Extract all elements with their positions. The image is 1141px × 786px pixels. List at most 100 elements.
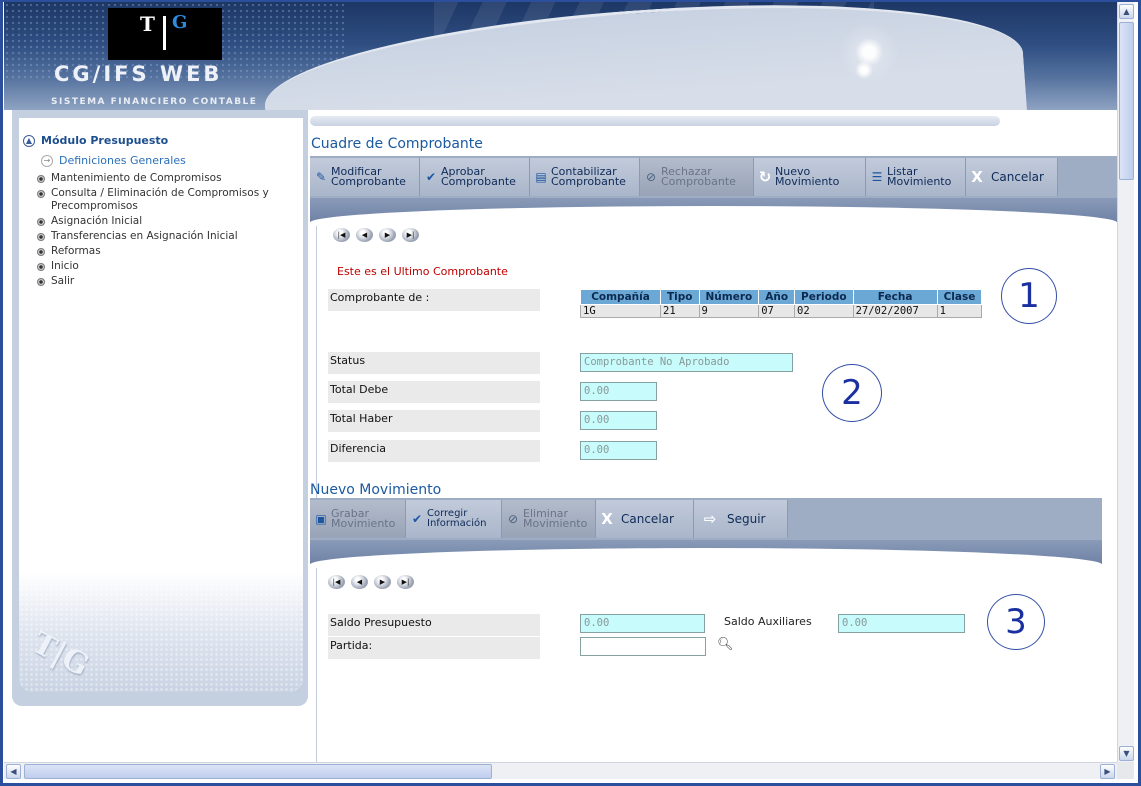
first-record-icon[interactable]: |◀ bbox=[333, 228, 350, 242]
table-cell: 1 bbox=[936, 304, 983, 318]
logo-bar bbox=[163, 16, 166, 50]
corregir-informacion-button[interactable]: ✔ Corregir Información bbox=[406, 500, 502, 538]
sidebar-module-header[interactable]: ▲ Módulo Presupuesto bbox=[23, 134, 168, 147]
diferencia-label: Diferencia bbox=[328, 440, 540, 462]
listar-movimiento-button[interactable]: ☰ Listar Movimiento bbox=[866, 158, 966, 196]
sidebar-item-label[interactable]: Salir bbox=[51, 275, 74, 288]
sidebar-item-asignacion[interactable]: Asignación Inicial bbox=[37, 215, 299, 228]
status-field: Comprobante No Aprobado bbox=[580, 353, 793, 372]
saldo-auxiliares-field: 0.00 bbox=[838, 614, 965, 633]
sidebar-item-label[interactable]: Reformas bbox=[51, 245, 101, 258]
last-record-icon[interactable]: ▶| bbox=[402, 228, 419, 242]
cancelar-button[interactable]: X Cancelar bbox=[966, 158, 1058, 196]
scroll-left-icon[interactable]: ◀ bbox=[6, 764, 21, 779]
save-icon: ▣ bbox=[315, 512, 327, 526]
collapse-up-icon[interactable]: ▲ bbox=[23, 134, 35, 147]
table-cell: 21 bbox=[660, 304, 700, 318]
last-record-icon[interactable]: ▶| bbox=[397, 575, 414, 589]
first-record-icon[interactable]: |◀ bbox=[328, 575, 345, 589]
sidebar-item-consulta[interactable]: Consulta / Eliminación de Compromisos y … bbox=[37, 187, 299, 213]
horizontal-scrollbar[interactable]: ◀ ▶ bbox=[4, 762, 1117, 779]
next-record-icon[interactable]: ▶ bbox=[379, 228, 396, 242]
total-haber-label: Total Haber bbox=[328, 410, 540, 432]
scroll-right-icon[interactable]: ▶ bbox=[1100, 764, 1115, 779]
table-cell: 27/02/2007 bbox=[852, 304, 938, 318]
delete-icon: ⊘ bbox=[507, 512, 519, 526]
sidebar-item-label[interactable]: Transferencias en Asignación Inicial bbox=[51, 230, 238, 243]
scrollbar-corner bbox=[1117, 762, 1134, 779]
partida-input[interactable] bbox=[580, 637, 706, 656]
annotation-1: 1 bbox=[1001, 268, 1057, 324]
button-label: Comprobante bbox=[551, 175, 626, 188]
sidebar-item-definiciones[interactable]: → Definiciones Generales bbox=[41, 154, 186, 167]
sidebar-item-label[interactable]: Inicio bbox=[51, 260, 79, 273]
approve-doc-icon: ✔ bbox=[425, 170, 437, 184]
toolbar-wave bbox=[310, 198, 1117, 226]
contabilizar-comprobante-button[interactable]: ▤ Contabilizar Comprobante bbox=[530, 158, 640, 196]
status-label: Status bbox=[328, 352, 540, 374]
table-row[interactable]: 1G 21 9 07 02 27/02/2007 1 bbox=[580, 304, 983, 318]
saldo-auxiliares-label: Saldo Auxiliares bbox=[724, 615, 812, 628]
scroll-down-icon[interactable]: ▼ bbox=[1119, 746, 1134, 761]
ledger-icon: ▤ bbox=[535, 170, 547, 184]
app-subtitle: SISTEMA FINANCIERO CONTABLE bbox=[51, 97, 258, 107]
bullet-icon bbox=[37, 175, 45, 183]
arrow-right-icon: ⇨ bbox=[703, 510, 717, 528]
vertical-scroll-thumb[interactable] bbox=[1119, 22, 1134, 180]
sidebar-item-mantenimiento[interactable]: Mantenimiento de Compromisos bbox=[37, 172, 299, 185]
sidebar-menu: Mantenimiento de Compromisos Consulta / … bbox=[37, 172, 299, 290]
eliminar-movimiento-button[interactable]: ⊘ Eliminar Movimiento bbox=[502, 500, 596, 538]
annotation-3: 3 bbox=[987, 594, 1045, 650]
x-icon: X bbox=[971, 168, 983, 186]
button-label: Cancelar bbox=[621, 512, 674, 526]
table-cell: 9 bbox=[698, 304, 760, 318]
col-fecha: Fecha bbox=[852, 289, 938, 305]
col-periodo: Periodo bbox=[794, 289, 854, 305]
sidebar-item-label[interactable]: Asignación Inicial bbox=[51, 215, 142, 228]
cuadre-toolbar: ✎ Modificar Comprobante ✔ Aprobar Comproba… bbox=[310, 156, 1117, 198]
horizontal-scroll-thumb[interactable] bbox=[24, 764, 492, 779]
banner-glow-small bbox=[854, 60, 874, 80]
col-tipo: Tipo bbox=[660, 289, 700, 305]
table-cell: 02 bbox=[794, 304, 854, 318]
definiciones-label[interactable]: Definiciones Generales bbox=[59, 154, 186, 167]
sidebar-item-salir[interactable]: Salir bbox=[37, 275, 299, 288]
main-top-strip bbox=[310, 110, 1117, 132]
cancelar-movimiento-button[interactable]: X Cancelar bbox=[596, 500, 694, 538]
table-cell: 07 bbox=[758, 304, 796, 318]
modificar-comprobante-button[interactable]: ✎ Modificar Comprobante bbox=[310, 158, 420, 196]
sidebar-item-inicio[interactable]: Inicio bbox=[37, 260, 299, 273]
next-record-icon[interactable]: ▶ bbox=[374, 575, 391, 589]
vertical-scrollbar[interactable]: ▲ ▼ bbox=[1117, 2, 1134, 762]
banner-swoosh bbox=[260, 2, 1028, 110]
saldo-presupuesto-label: Saldo Presupuesto bbox=[328, 614, 540, 636]
table-header-row: Compañía Tipo Número Año Periodo Fecha C… bbox=[580, 289, 983, 305]
grabar-movimiento-button[interactable]: ▣ Grabar Movimiento bbox=[310, 500, 406, 538]
cuadre-section-title: Cuadre de Comprobante bbox=[311, 136, 483, 152]
rechazar-comprobante-button[interactable]: ⊘ Rechazar Comprobante bbox=[640, 158, 754, 196]
scroll-up-icon[interactable]: ▲ bbox=[1119, 4, 1134, 19]
refresh-icon: ↻ bbox=[758, 168, 772, 186]
bullet-icon bbox=[37, 218, 45, 226]
sidebar-item-reformas[interactable]: Reformas bbox=[37, 245, 299, 258]
diferencia-field: 0.00 bbox=[580, 441, 657, 460]
col-numero: Número bbox=[698, 289, 760, 305]
button-label: Movimiento bbox=[331, 517, 396, 530]
sidebar-item-transferencias[interactable]: Transferencias en Asignación Inicial bbox=[37, 230, 299, 243]
sidebar: T|G ▲ Módulo Presupuesto → Definiciones … bbox=[12, 110, 308, 706]
total-haber-field: 0.00 bbox=[580, 411, 657, 430]
list-icon: ☰ bbox=[871, 170, 883, 184]
seguir-button[interactable]: ⇨ Seguir bbox=[694, 500, 788, 538]
nuevo-movimiento-button[interactable]: ↻ Nuevo Movimiento bbox=[754, 158, 866, 196]
annotation-2: 2 bbox=[822, 364, 882, 422]
sidebar-item-label[interactable]: Consulta / Eliminación de Compromisos y … bbox=[51, 187, 299, 213]
total-debe-field: 0.00 bbox=[580, 382, 657, 401]
bullet-icon bbox=[37, 233, 45, 241]
sidebar-item-label[interactable]: Mantenimiento de Compromisos bbox=[51, 172, 222, 185]
prev-record-icon[interactable]: ◀ bbox=[356, 228, 373, 242]
aprobar-comprobante-button[interactable]: ✔ Aprobar Comprobante bbox=[420, 158, 530, 196]
prev-record-icon[interactable]: ◀ bbox=[351, 575, 368, 589]
module-title[interactable]: Módulo Presupuesto bbox=[41, 134, 168, 147]
search-icon[interactable]: 🔍︎ bbox=[717, 637, 734, 652]
nuevo-toolbar: ▣ Grabar Movimiento ✔ Corregir Información… bbox=[310, 498, 1102, 540]
